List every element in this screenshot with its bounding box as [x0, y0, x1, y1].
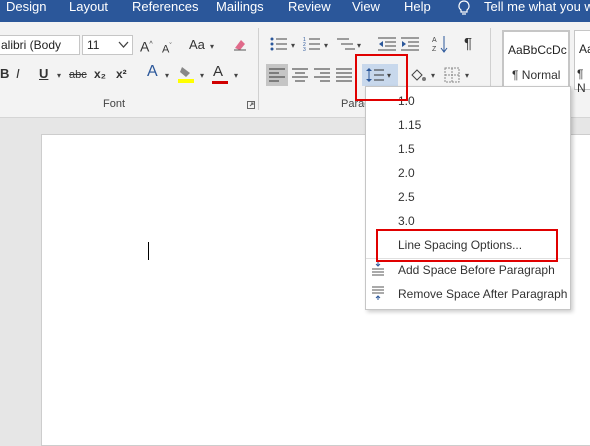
strikethrough-icon[interactable]: abc: [69, 67, 87, 83]
menu-item-3-0[interactable]: 3.0: [398, 214, 415, 228]
font-color-glyph: A: [213, 63, 224, 80]
bold-glyph: B: [0, 66, 10, 81]
align-right-icon[interactable]: [314, 68, 330, 82]
superscript-icon[interactable]: x²: [116, 66, 127, 82]
strikethrough-glyph: abc: [69, 69, 87, 81]
menu-item-1-0[interactable]: 1.0: [398, 94, 415, 108]
tab-help[interactable]: Help: [404, 0, 431, 22]
tab-references[interactable]: References: [132, 0, 198, 22]
text-effects-icon[interactable]: A: [147, 64, 158, 80]
chevron-down-icon[interactable]: ▾: [431, 71, 435, 80]
shrink-font-icon[interactable]: Aˇ: [162, 39, 172, 58]
align-left-button[interactable]: [266, 64, 288, 86]
tab-view[interactable]: View: [352, 0, 380, 22]
subscript-glyph: x₂: [94, 67, 107, 81]
underline-icon[interactable]: U: [39, 66, 48, 82]
remove-space-after-item[interactable]: Remove Space After Paragraph: [398, 287, 567, 301]
italic-icon[interactable]: I: [16, 66, 20, 82]
svg-text:A: A: [432, 37, 437, 44]
borders-icon[interactable]: [444, 67, 460, 83]
chevron-down-icon[interactable]: ▾: [210, 42, 214, 51]
line-spacing-menu: 1.0 1.15 1.5 2.0 2.5 3.0 Line Spacing Op…: [365, 86, 571, 310]
ribbon-tab-bar: Design Layout References Mailings Review…: [0, 0, 590, 22]
style-no-spacing[interactable]: Aa ¶ N: [574, 30, 590, 95]
remove-space-after-icon: [372, 286, 384, 300]
menu-item-1-15[interactable]: 1.15: [398, 118, 421, 132]
chevron-down-icon[interactable]: ▾: [465, 71, 469, 80]
show-formatting-marks-icon[interactable]: ¶: [464, 36, 472, 52]
tab-design[interactable]: Design: [6, 0, 46, 22]
chevron-down-icon[interactable]: ▾: [291, 41, 295, 50]
font-size-value: 11: [87, 38, 100, 52]
chevron-down-icon[interactable]: ▾: [324, 41, 328, 50]
numbering-icon[interactable]: 123: [303, 37, 321, 51]
multilevel-list-icon[interactable]: [337, 37, 355, 51]
add-space-before-icon: [372, 262, 384, 276]
chevron-down-icon[interactable]: ▾: [165, 71, 169, 80]
decrease-indent-icon[interactable]: [378, 37, 396, 51]
menu-separator: [366, 258, 570, 259]
chevron-down-icon[interactable]: ▾: [357, 41, 361, 50]
style-name: ¶ Normal: [512, 68, 561, 82]
chevron-down-icon[interactable]: [118, 41, 129, 49]
bullets-icon[interactable]: [270, 37, 288, 51]
superscript-glyph: x²: [116, 67, 127, 81]
style-preview: AaBbCcDc: [508, 43, 567, 57]
clear-formatting-icon[interactable]: [232, 37, 248, 51]
text-effects-glyph: A: [147, 63, 158, 80]
font-name-field[interactable]: alibri (Body: [0, 35, 80, 55]
subscript-icon[interactable]: x₂: [94, 66, 106, 82]
style-normal[interactable]: AaBbCcDc ¶ Normal: [502, 30, 570, 90]
increase-indent-icon[interactable]: [401, 37, 419, 51]
highlighter-icon[interactable]: [178, 65, 194, 83]
underline-glyph: U: [39, 66, 49, 81]
line-spacing-button[interactable]: ▾: [362, 64, 398, 86]
chevron-down-icon[interactable]: ▾: [200, 71, 204, 80]
bold-icon[interactable]: B: [0, 66, 9, 82]
justify-icon[interactable]: [336, 68, 352, 82]
grow-font-icon[interactable]: A^: [140, 37, 153, 55]
svg-text:Z: Z: [432, 46, 437, 53]
grow-font-glyph: A: [140, 38, 150, 55]
align-center-icon[interactable]: [292, 68, 308, 82]
tab-review[interactable]: Review: [288, 0, 331, 22]
svg-text:3: 3: [303, 47, 306, 51]
line-spacing-icon: [366, 68, 384, 82]
group-separator: [258, 28, 259, 110]
shading-icon[interactable]: [409, 67, 427, 83]
menu-item-2-5[interactable]: 2.5: [398, 190, 415, 204]
add-space-before-item[interactable]: Add Space Before Paragraph: [398, 263, 555, 277]
dialog-launcher-icon[interactable]: [247, 101, 255, 109]
lightbulb-icon: [458, 0, 470, 15]
tell-me-search[interactable]: Tell me what you wa: [484, 0, 590, 22]
chevron-down-icon[interactable]: ▾: [57, 71, 61, 80]
tab-mailings[interactable]: Mailings: [216, 0, 264, 22]
font-name-value: alibri (Body: [1, 38, 62, 52]
menu-item-1-5[interactable]: 1.5: [398, 142, 415, 156]
change-case-icon[interactable]: Aa: [189, 37, 205, 53]
sort-icon[interactable]: AZ: [432, 35, 448, 53]
menu-item-2-0[interactable]: 2.0: [398, 166, 415, 180]
align-left-icon: [269, 68, 285, 82]
change-case-glyph: Aa: [189, 37, 205, 52]
style-preview: Aa: [579, 42, 590, 56]
line-spacing-options-item[interactable]: Line Spacing Options...: [398, 238, 522, 252]
text-cursor: [148, 242, 149, 260]
chevron-down-icon[interactable]: ▾: [234, 71, 238, 80]
font-group-label: Font: [103, 98, 126, 110]
style-name: ¶ N: [577, 67, 586, 95]
font-color-bar: [212, 81, 228, 84]
tab-layout[interactable]: Layout: [69, 0, 108, 22]
font-size-field[interactable]: 11: [82, 35, 133, 55]
font-color-icon[interactable]: A: [213, 64, 223, 80]
chevron-down-icon: ▾: [387, 71, 392, 80]
